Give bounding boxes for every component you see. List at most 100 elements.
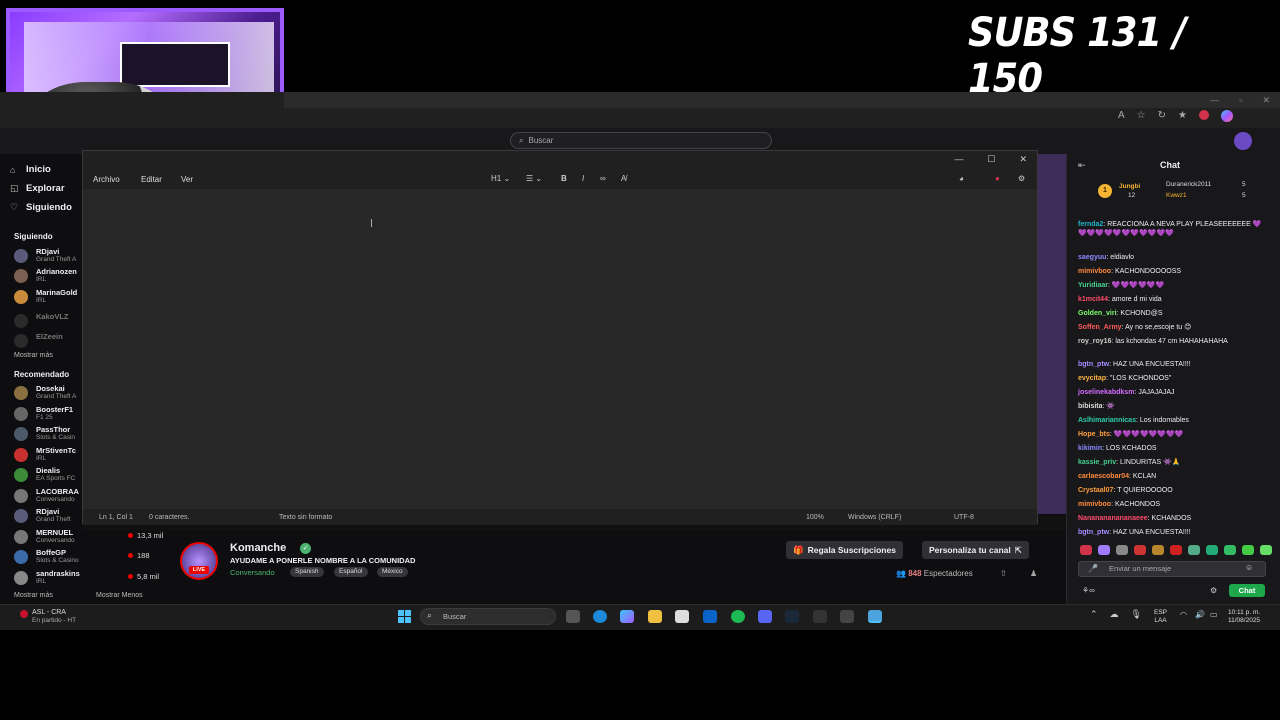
emote-icon[interactable]: [1134, 545, 1146, 555]
recommended-channel[interactable]: sandraskins IRL 5,8 mil: [14, 568, 164, 588]
italic-icon[interactable]: I: [582, 174, 584, 183]
emote-icon[interactable]: [1206, 545, 1218, 555]
stream-tag[interactable]: Español: [334, 567, 368, 577]
stream-tag[interactable]: Spanish: [290, 567, 324, 577]
streamer-name[interactable]: Komanche: [230, 542, 286, 554]
refresh-icon[interactable]: ↻: [1158, 110, 1166, 122]
notepad-editor[interactable]: [83, 189, 1037, 509]
recommended-channel[interactable]: BoffeGP Slots & Casino 188: [14, 547, 164, 567]
store-icon[interactable]: [675, 610, 689, 623]
share-icon[interactable]: ⇧: [1000, 569, 1007, 578]
chat-username[interactable]: bgtn_ptw: [1078, 529, 1109, 536]
read-aloud-icon[interactable]: A: [1118, 110, 1125, 122]
battery-icon[interactable]: ▭: [1210, 610, 1218, 619]
menu-archivo[interactable]: Archivo: [93, 175, 120, 184]
spotify-icon[interactable]: [731, 610, 745, 623]
leaderboard-user[interactable]: Duranerick2011: [1166, 181, 1211, 188]
bold-icon[interactable]: B: [561, 174, 567, 183]
chat-username[interactable]: Golden_viri: [1078, 310, 1117, 317]
xbox-icon[interactable]: [813, 610, 827, 623]
outlook-icon[interactable]: [703, 610, 717, 623]
chat-username[interactable]: Nananananananaeee: [1078, 515, 1148, 522]
file-explorer-icon[interactable]: [648, 610, 662, 623]
channel-points-icon[interactable]: ⚘∞: [1082, 586, 1095, 595]
user-avatar[interactable]: [1234, 132, 1252, 150]
taskbar-search[interactable]: Buscar: [420, 608, 556, 625]
notepad-taskbar-icon[interactable]: [868, 610, 882, 623]
maximize-icon[interactable]: ▫: [1239, 95, 1242, 106]
chat-username[interactable]: roy_roy16: [1078, 338, 1111, 345]
maximize-icon[interactable]: ☐: [987, 154, 995, 165]
close-icon[interactable]: ✕: [1262, 95, 1270, 106]
taskbar-widget[interactable]: ASL - CRA En partido - HT: [20, 607, 120, 627]
chat-username[interactable]: evycitap: [1078, 375, 1106, 382]
edge-icon[interactable]: [593, 610, 607, 623]
browser-window-controls[interactable]: — ▫ ✕: [1210, 95, 1270, 106]
chat-input[interactable]: Enviar un mensaje: [1078, 561, 1266, 577]
browser-tab-strip[interactable]: [284, 92, 1280, 108]
heading-dropdown[interactable]: H1 ⌄: [491, 174, 510, 183]
menu-editar[interactable]: Editar: [141, 175, 162, 184]
notepad-titlebar[interactable]: [83, 151, 1037, 169]
chat-username[interactable]: bibisita: [1078, 403, 1103, 410]
chat-username[interactable]: Yuridiaar: [1078, 282, 1108, 289]
gear-icon[interactable]: ⚙: [1018, 174, 1025, 183]
chat-username[interactable]: Hope_bts: [1078, 431, 1110, 438]
emote-icon[interactable]: [1152, 545, 1164, 555]
chat-username[interactable]: k1mcit44: [1078, 296, 1108, 303]
link-icon[interactable]: ∞: [600, 174, 606, 183]
show-more-following[interactable]: Mostrar más: [14, 352, 53, 359]
emote-icon[interactable]: [1116, 545, 1128, 555]
copilot-icon[interactable]: ◕: [959, 174, 964, 183]
close-icon[interactable]: ✕: [1019, 154, 1027, 165]
streamer-avatar[interactable]: [180, 542, 218, 580]
chat-username[interactable]: saegyuu: [1078, 254, 1106, 261]
collapse-chat-icon[interactable]: ⇤: [1078, 160, 1086, 171]
emote-icon[interactable]: [1098, 545, 1110, 555]
show-more-recommended[interactable]: Mostrar más: [14, 592, 53, 599]
clear-format-icon[interactable]: A̸: [621, 174, 626, 183]
profile-icon[interactable]: [1199, 110, 1209, 120]
copilot-icon[interactable]: [620, 610, 634, 623]
favorites-list-icon[interactable]: ★: [1178, 110, 1187, 122]
chat-username[interactable]: mimivboo: [1078, 268, 1111, 275]
stream-tag[interactable]: México: [377, 567, 408, 577]
chevron-up-icon[interactable]: ⌃: [1090, 609, 1098, 620]
emote-icon[interactable]: [1224, 545, 1236, 555]
nav-inicio[interactable]: ⌂ Inicio: [10, 164, 51, 175]
discord-icon[interactable]: [758, 610, 772, 623]
language-indicator[interactable]: ESP LAA: [1154, 609, 1167, 625]
emote-icon[interactable]: [1188, 545, 1200, 555]
favorite-icon[interactable]: ☆: [1137, 110, 1146, 122]
chat-send-button[interactable]: Chat: [1229, 584, 1265, 597]
leaderboard-user[interactable]: Kwwz1: [1166, 192, 1187, 199]
chat-username[interactable]: mimivboo: [1078, 501, 1111, 508]
copilot-icon[interactable]: [1221, 110, 1233, 122]
minimize-icon[interactable]: —: [954, 154, 963, 165]
chat-username[interactable]: Crystaal07: [1078, 487, 1113, 494]
show-less-recommended[interactable]: Mostrar Menos: [96, 592, 143, 599]
list-dropdown[interactable]: ☰ ⌄: [526, 174, 542, 183]
nav-siguiendo[interactable]: ♡ Siguiendo: [10, 202, 72, 213]
leaderboard-top-user[interactable]: Jungbi: [1119, 183, 1140, 190]
customize-channel-button[interactable]: Personaliza tu canal ⇱: [922, 541, 1029, 559]
capcut-icon[interactable]: [840, 610, 854, 623]
chat-username[interactable]: kikimin: [1078, 445, 1102, 452]
chat-username[interactable]: Soffen_Army: [1078, 324, 1122, 331]
microphone-icon[interactable]: 🎤: [1088, 564, 1098, 573]
minimize-icon[interactable]: —: [1210, 95, 1219, 106]
chat-username[interactable]: bgtn_ptw: [1078, 361, 1109, 368]
gift-subs-button[interactable]: 🎁 Regala Suscripciones: [786, 541, 903, 559]
emote-icon[interactable]: [1242, 545, 1254, 555]
system-clock[interactable]: 10:11 p. m. 11/08/2025: [1228, 609, 1260, 625]
chat-username[interactable]: joselinekabdksm: [1078, 389, 1134, 396]
gear-icon[interactable]: ⚙: [1210, 586, 1217, 595]
microphone-icon[interactable]: 🎙: [1131, 609, 1142, 620]
emote-icon[interactable]: [1080, 545, 1092, 555]
stream-category[interactable]: Conversando: [230, 568, 275, 577]
emote-picker-icon[interactable]: ☺: [1245, 563, 1253, 572]
steam-icon[interactable]: [785, 610, 799, 623]
chat-username[interactable]: Aslhimariannicas: [1078, 417, 1136, 424]
nav-explorar[interactable]: ◱ Explorar: [10, 183, 65, 194]
video-player[interactable]: [1036, 154, 1066, 514]
